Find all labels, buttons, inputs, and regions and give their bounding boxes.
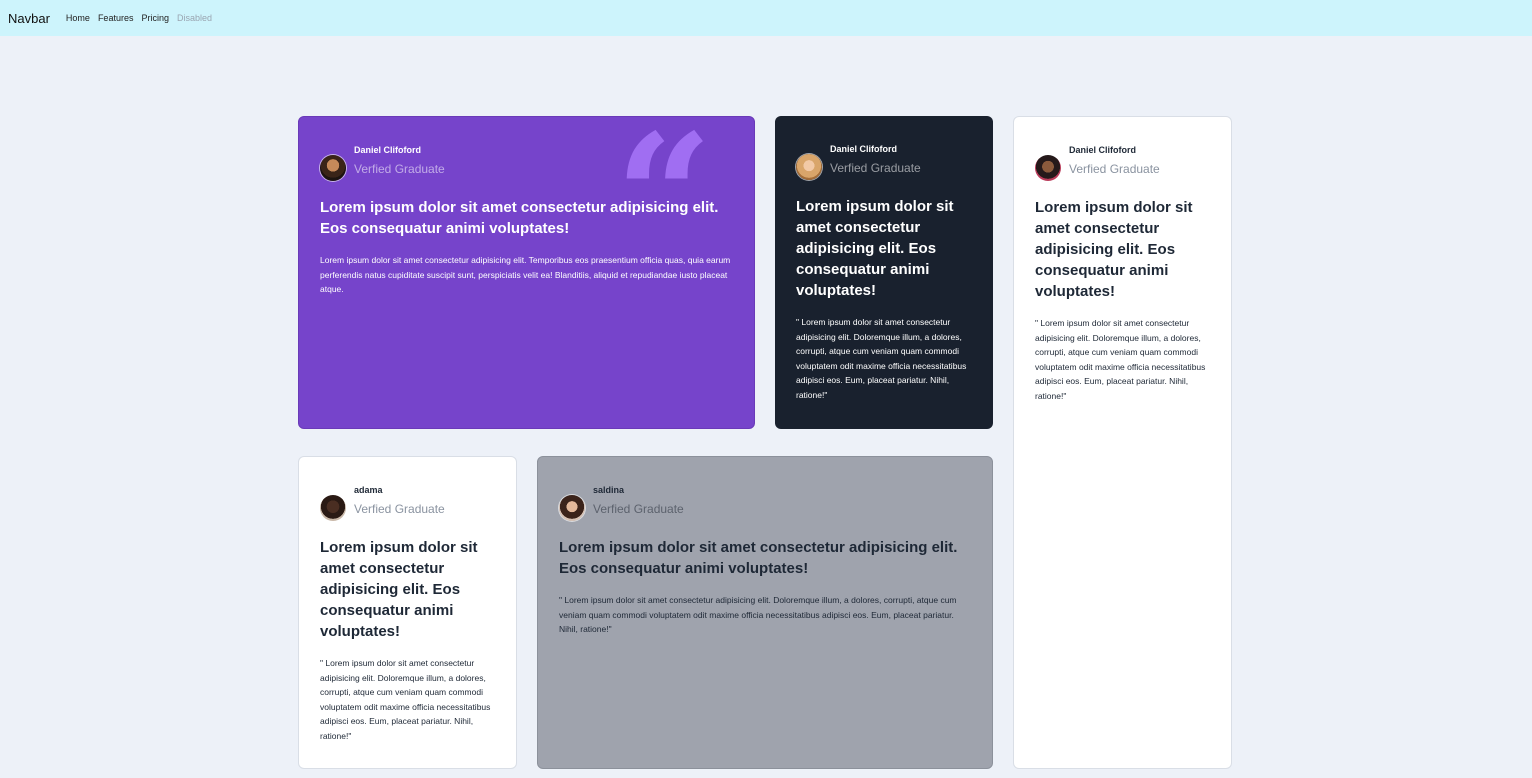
testimonial-headline: Lorem ipsum dolor sit amet consectetur a… (559, 539, 958, 577)
author-role: Verfied Graduate (830, 160, 921, 175)
nav-link-home[interactable]: Home (66, 13, 90, 23)
author-role: Verfied Graduate (1069, 161, 1160, 176)
author-name: Daniel Clifoford (830, 143, 897, 154)
testimonial-body: " Lorem ipsum dolor sit amet consectetur… (796, 317, 967, 400)
testimonial-card-1: “ Daniel Clifoford Verfied Graduate Lore… (298, 112, 755, 429)
testimonial-card-5: saldina Verfied Graduate Lorem ipsum dol… (537, 456, 993, 769)
nav-link-disabled: Disabled (176, 13, 213, 23)
testimonial-headline: Lorem ipsum dolor sit amet consectetur a… (320, 539, 478, 640)
avatar (559, 495, 585, 521)
navbar-brand[interactable]: Navbar (8, 11, 50, 26)
testimonial-card-4: adama Verfied Graduate Lorem ipsum dolor… (298, 456, 517, 769)
avatar (320, 155, 346, 181)
testimonial-author: saldina Verfied Graduate (559, 479, 971, 521)
author-name: saldina (593, 484, 625, 495)
testimonial-card-3: Daniel Clifoford Verfied Graduate Lorem … (1013, 116, 1232, 769)
avatar (796, 154, 822, 180)
navbar: Navbar Home Features Pricing Disabled (0, 0, 1532, 36)
author-name: Daniel Clifoford (354, 144, 421, 155)
testimonial-headline: Lorem ipsum dolor sit amet consectetur a… (796, 198, 954, 299)
testimonial-body: " Lorem ipsum dolor sit amet consectetur… (320, 658, 491, 741)
testimonial-author: Daniel Clifoford Verfied Graduate (1035, 139, 1210, 181)
author-name: adama (354, 484, 383, 495)
nav-link-features[interactable]: Features (98, 13, 134, 23)
testimonial-headline: Lorem ipsum dolor sit amet consectetur a… (1035, 199, 1193, 300)
nav-link-pricing[interactable]: Pricing (141, 13, 169, 23)
author-name: Daniel Clifoford (1069, 144, 1136, 155)
author-role: Verfied Graduate (593, 501, 684, 516)
testimonial-body: " Lorem ipsum dolor sit amet consectetur… (1035, 318, 1206, 401)
testimonial-headline: Lorem ipsum dolor sit amet consectetur a… (320, 199, 719, 237)
testimonial-body: Lorem ipsum dolor sit amet consectetur a… (320, 255, 731, 295)
testimonial-body: " Lorem ipsum dolor sit amet consectetur… (559, 595, 957, 635)
avatar (1035, 155, 1061, 181)
author-role: Verfied Graduate (354, 501, 445, 516)
testimonial-author: adama Verfied Graduate (320, 479, 495, 521)
avatar (320, 495, 346, 521)
testimonial-author: Daniel Clifoford Verfied Graduate (796, 138, 972, 180)
author-role: Verfied Graduate (354, 161, 445, 176)
testimonial-card-2: Daniel Clifoford Verfied Graduate Lorem … (775, 116, 993, 429)
